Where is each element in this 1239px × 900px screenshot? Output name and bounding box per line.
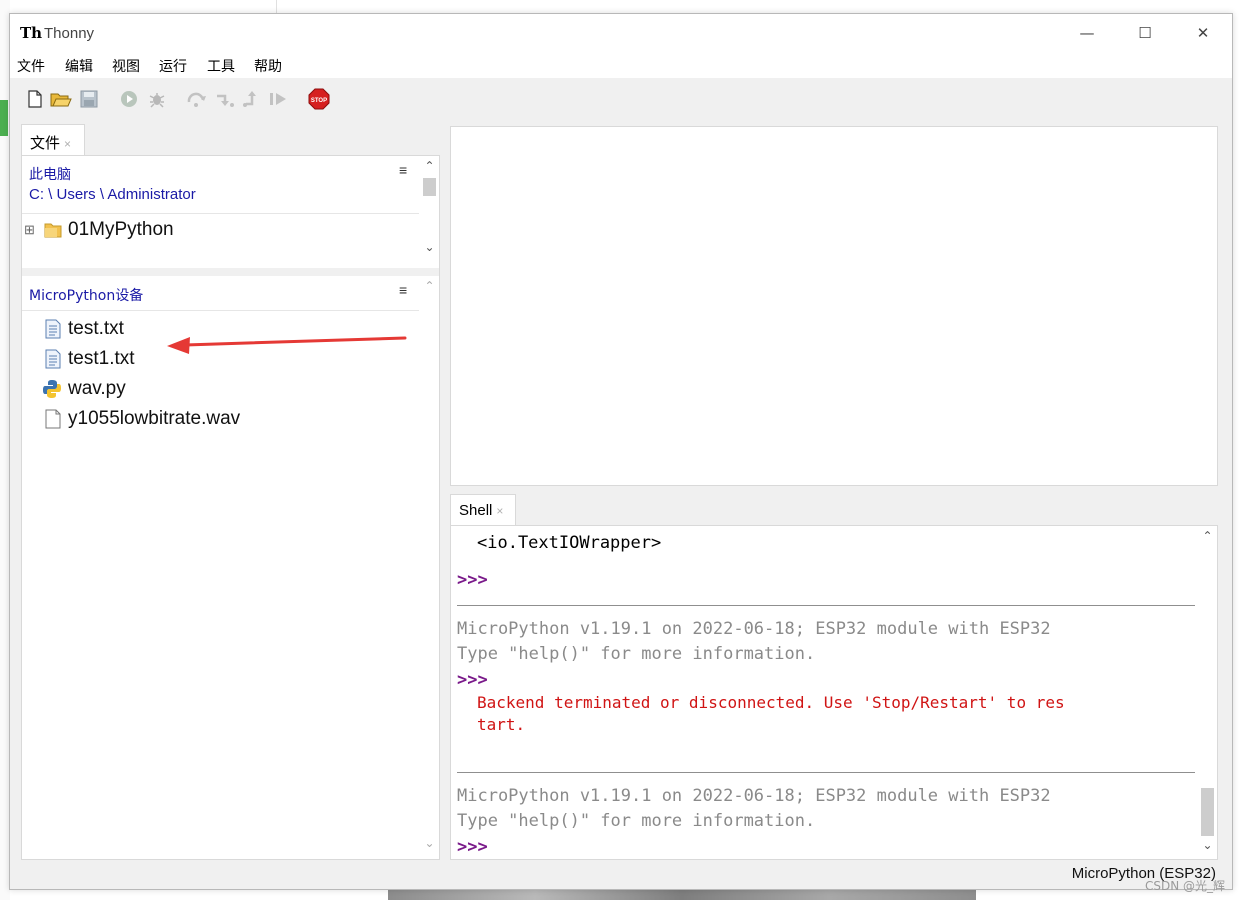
device-heading[interactable]: MicroPython设备 bbox=[29, 285, 143, 305]
title-bar[interactable]: Th Thonny — ☐ ✕ bbox=[10, 14, 1232, 52]
debug-icon[interactable] bbox=[146, 88, 168, 110]
thonny-logo-icon: Th bbox=[20, 24, 43, 42]
step-into-icon[interactable] bbox=[214, 88, 236, 110]
shell-pane[interactable]: <io.TextIOWrapper> >>> MicroPython v1.19… bbox=[450, 525, 1218, 860]
close-button[interactable]: ✕ bbox=[1174, 14, 1232, 52]
resume-icon[interactable] bbox=[268, 88, 290, 110]
minimize-button[interactable]: — bbox=[1058, 14, 1116, 52]
device-file-name: wav.py bbox=[68, 378, 126, 399]
device-scroll-up-icon[interactable]: ⌃ bbox=[420, 279, 439, 293]
text-file-icon bbox=[45, 349, 61, 369]
shell-scrollbar[interactable]: ⌃ ⌄ bbox=[1198, 526, 1217, 859]
scroll-up-icon[interactable]: ⌃ bbox=[420, 159, 439, 173]
text-file-icon bbox=[45, 319, 61, 339]
tab-files[interactable]: 文件 × bbox=[21, 124, 85, 155]
python-file-icon bbox=[43, 380, 61, 398]
shell-scroll-down-icon[interactable]: ⌄ bbox=[1198, 838, 1217, 852]
shell-error-line: Backend terminated or disconnected. Use … bbox=[477, 693, 1065, 712]
scroll-down-icon[interactable]: ⌄ bbox=[420, 240, 439, 254]
menu-bar: 文件 编辑 视图 运行 工具 帮助 bbox=[10, 52, 1232, 78]
stop-icon-label: STOP bbox=[311, 98, 327, 104]
shell-banner-line: Type "help()" for more information. bbox=[457, 644, 816, 664]
local-menu-icon[interactable]: ≡ bbox=[399, 162, 407, 178]
pane-splitter[interactable] bbox=[22, 268, 439, 276]
shell-separator bbox=[457, 605, 1195, 606]
local-scrollbar[interactable]: ⌃ ⌄ bbox=[420, 156, 439, 268]
shell-scroll-thumb[interactable] bbox=[1201, 788, 1214, 836]
shell-banner-line: MicroPython v1.19.1 on 2022-06-18; ESP32… bbox=[457, 786, 1051, 806]
tab-shell-label: Shell bbox=[459, 502, 493, 519]
device-file-row[interactable]: wav.py bbox=[22, 375, 412, 405]
device-file-name: test.txt bbox=[68, 318, 124, 339]
tab-files-label: 文件 bbox=[30, 135, 61, 152]
device-file-name: y1055lowbitrate.wav bbox=[68, 408, 241, 429]
status-bar: MicroPython (ESP32) bbox=[10, 863, 1232, 889]
menu-file[interactable]: 文件 bbox=[17, 56, 45, 76]
background-image-strip bbox=[388, 890, 976, 900]
maximize-button[interactable]: ☐ bbox=[1116, 14, 1174, 52]
shell-prompt: >>> bbox=[457, 670, 488, 690]
shell-error-line: tart. bbox=[477, 715, 526, 734]
open-folder-icon[interactable] bbox=[50, 88, 72, 110]
device-menu-icon[interactable]: ≡ bbox=[399, 282, 407, 298]
stop-icon[interactable]: STOP bbox=[308, 88, 330, 110]
device-scrollbar[interactable]: ⌃ ⌄ bbox=[420, 276, 439, 859]
shell-banner-line: Type "help()" for more information. bbox=[457, 811, 816, 831]
menu-edit[interactable]: 编辑 bbox=[65, 56, 93, 76]
device-file-row[interactable]: test1.txt bbox=[22, 345, 412, 375]
device-file-name: test1.txt bbox=[68, 348, 135, 369]
watermark: CSDN @光_辉 bbox=[1144, 879, 1225, 893]
menu-run[interactable]: 运行 bbox=[159, 56, 187, 76]
shell-banner-line: MicroPython v1.19.1 on 2022-06-18; ESP32… bbox=[457, 619, 1051, 639]
menu-view[interactable]: 视图 bbox=[112, 56, 140, 76]
tab-shell[interactable]: Shell × bbox=[450, 494, 516, 525]
menu-help[interactable]: 帮助 bbox=[254, 56, 282, 76]
shell-separator bbox=[457, 772, 1195, 773]
device-file-row[interactable]: test.txt bbox=[22, 315, 412, 345]
step-over-icon[interactable] bbox=[186, 88, 208, 110]
files-pane: 此电脑 C: \ Users \ Administrator ≡ ⊞ 01MyP… bbox=[21, 155, 440, 860]
folder-icon bbox=[44, 223, 62, 238]
toolbar: STOP bbox=[10, 78, 1232, 120]
device-scroll-down-icon[interactable]: ⌄ bbox=[420, 836, 439, 850]
shell-prompt: >>> bbox=[457, 570, 488, 590]
menu-tools[interactable]: 工具 bbox=[207, 56, 235, 76]
local-path-breadcrumb[interactable]: C: \ Users \ Administrator bbox=[29, 186, 196, 203]
scroll-thumb[interactable] bbox=[423, 178, 436, 196]
shell-output-line: <io.TextIOWrapper> bbox=[477, 533, 662, 553]
local-heading[interactable]: 此电脑 bbox=[29, 164, 71, 184]
shell-prompt: >>> bbox=[457, 837, 488, 857]
background-divider bbox=[276, 0, 277, 14]
new-file-icon[interactable] bbox=[24, 88, 46, 110]
tab-shell-close-icon[interactable]: × bbox=[496, 504, 503, 518]
editor-area[interactable] bbox=[450, 126, 1218, 486]
window-title: Thonny bbox=[44, 25, 95, 42]
shell-scroll-up-icon[interactable]: ⌃ bbox=[1198, 529, 1217, 543]
background-green-marker bbox=[0, 100, 8, 136]
screenshot-stage: Th Thonny — ☐ ✕ 文件 编辑 视图 运行 工具 帮助 STOP 文… bbox=[0, 0, 1239, 900]
device-header: MicroPython设备 ≡ bbox=[22, 276, 419, 311]
local-header: 此电脑 C: \ Users \ Administrator ≡ bbox=[22, 156, 419, 214]
blank-file-icon bbox=[45, 409, 61, 429]
expand-icon[interactable]: ⊞ bbox=[24, 222, 35, 238]
tab-files-close-icon[interactable]: × bbox=[64, 137, 71, 151]
step-out-icon[interactable] bbox=[242, 88, 264, 110]
run-icon[interactable] bbox=[118, 88, 140, 110]
save-icon[interactable] bbox=[78, 88, 100, 110]
device-file-row[interactable]: y1055lowbitrate.wav bbox=[22, 405, 412, 435]
folder-name: 01MyPython bbox=[68, 219, 174, 240]
thonny-window: Th Thonny — ☐ ✕ 文件 编辑 视图 运行 工具 帮助 STOP 文… bbox=[9, 13, 1233, 890]
